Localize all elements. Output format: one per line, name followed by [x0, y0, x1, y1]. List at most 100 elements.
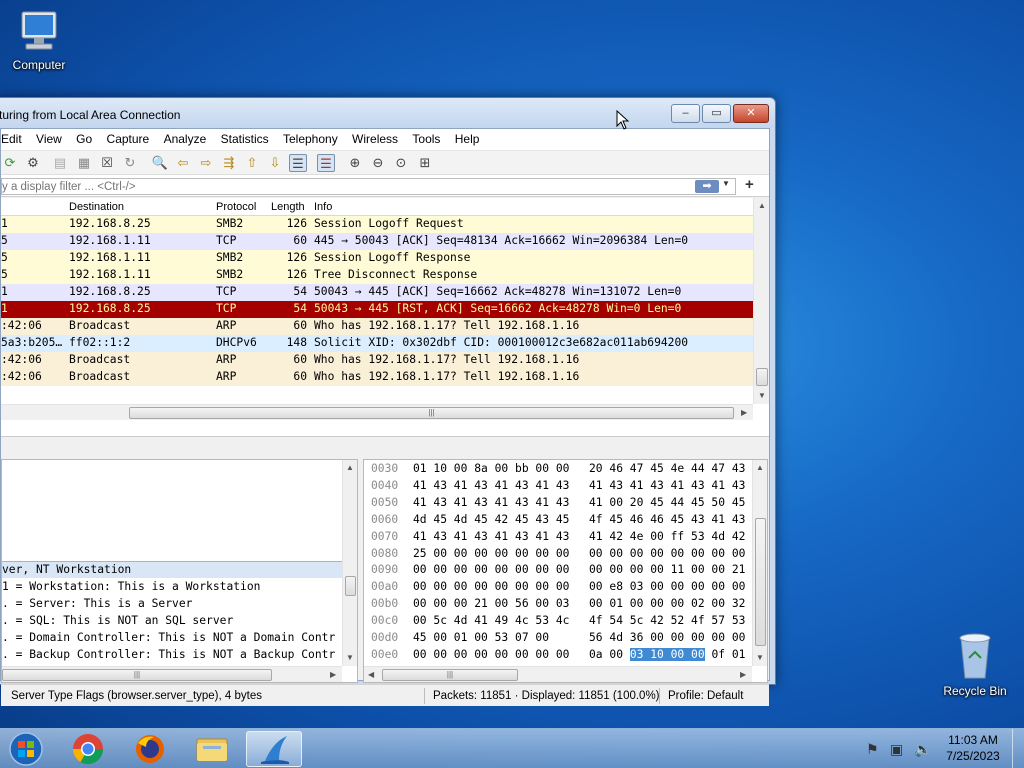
add-filter-button[interactable]: + [745, 176, 754, 193]
taskbar-chrome[interactable] [60, 731, 116, 767]
zoom-in-icon[interactable]: ⊕ [346, 154, 364, 172]
packet-row[interactable]: 1 192.168.8.25 TCP 54 50043 → 445 [ACK] Seq=… [1, 284, 753, 301]
taskbar-explorer[interactable] [184, 731, 240, 767]
save-file-icon[interactable]: ▦ [75, 154, 93, 172]
open-file-icon[interactable]: ▤ [51, 154, 69, 172]
packet-row[interactable]: :42:06 Broadcast ARP 60 Who has 192.168.1.17… [1, 369, 753, 386]
show-desktop-button[interactable] [1012, 729, 1024, 768]
details-row[interactable]: . = Backup Controller: This is NOT a Bac… [2, 647, 335, 664]
close-file-icon[interactable]: ☒ [98, 154, 116, 172]
go-forward-icon[interactable]: ⇨ [197, 154, 215, 172]
menu-capture[interactable]: Capture [101, 129, 155, 146]
byte-row[interactable]: 00a0 00 00 00 00 00 00 00 00 00 e8 03 00 0… [364, 580, 752, 595]
packet-row[interactable]: 5a3:b205… ff02::1:2 DHCPv6 148 Solicit XID: … [1, 335, 753, 352]
close-button[interactable]: ✕ [733, 104, 769, 123]
byte-row[interactable]: 0070 41 43 41 43 41 43 41 43 41 42 4e 00 f… [364, 530, 752, 545]
taskbar-firefox[interactable] [122, 731, 178, 767]
details-row[interactable]: . = Server: This is a Server [2, 596, 192, 613]
details-row[interactable]: 1 = Workstation: This is a Workstation [2, 579, 260, 596]
vscroll-thumb[interactable] [756, 368, 768, 386]
hscroll-thumb[interactable]: ||| [129, 407, 734, 419]
col-length[interactable]: Length [271, 201, 305, 213]
colorize-icon[interactable]: ☰ [317, 154, 335, 172]
scroll-up-icon[interactable]: ▲ [346, 463, 354, 472]
restart-capture-icon[interactable]: ⟳ [1, 154, 19, 172]
details-hscrollbar[interactable]: ||| ▶ [2, 666, 342, 682]
scroll-down-icon[interactable]: ▼ [756, 653, 764, 662]
volume-muted-icon[interactable]: 🔈 [914, 741, 931, 758]
scroll-up-icon[interactable]: ▲ [756, 463, 764, 472]
packet-row[interactable]: 5 192.168.1.11 SMB2 126 Tree Disconnect Resp… [1, 267, 753, 284]
resize-columns-icon[interactable]: ⊞ [416, 154, 434, 172]
bytes-vscroll-thumb[interactable] [755, 518, 766, 646]
packet-row[interactable]: 1 192.168.8.25 SMB2 126 Session Logoff Reque… [1, 216, 753, 233]
autoscroll-icon[interactable]: ☰ [289, 154, 307, 172]
byte-row[interactable]: 00c0 00 5c 4d 41 49 4c 53 4c 4f 54 5c 42 5… [364, 614, 752, 629]
col-protocol[interactable]: Protocol [216, 201, 256, 213]
desktop-icon-recycle-bin[interactable]: Recycle Bin [933, 630, 1017, 698]
packet-list-hscrollbar[interactable]: ||| ▶ [1, 404, 753, 420]
byte-row[interactable]: 00b0 00 00 00 21 00 56 00 03 00 01 00 00 0… [364, 597, 752, 612]
reload-file-icon[interactable]: ↻ [121, 154, 139, 172]
packet-row[interactable]: :42:06 Broadcast ARP 60 Who has 192.168.1.17… [1, 318, 753, 335]
taskbar-wireshark[interactable] [246, 731, 302, 767]
scroll-right-icon[interactable]: ▶ [741, 408, 747, 417]
details-row-selected[interactable]: ver, NT Workstation [2, 561, 343, 578]
byte-row[interactable]: 0080 25 00 00 00 00 00 00 00 00 00 00 00 0… [364, 547, 752, 562]
menu-tools[interactable]: Tools [406, 129, 445, 146]
details-row[interactable]: . = SQL: This is NOT an SQL server [2, 613, 233, 630]
action-center-icon[interactable]: ⚑ [866, 741, 879, 758]
display-filter-input[interactable] [1, 178, 736, 195]
byte-row[interactable]: 0060 4d 45 4d 45 42 45 43 45 4f 45 46 46 4… [364, 513, 752, 528]
packet-row[interactable]: 1 192.168.8.25 TCP 54 50043 → 445 [RST, ACK]… [1, 301, 753, 318]
byte-row[interactable]: 00d0 45 00 01 00 53 07 00 56 4d 36 00 00 0… [364, 631, 752, 646]
maximize-button[interactable]: ▭ [702, 104, 731, 123]
menu-statistics[interactable]: Statistics [215, 129, 274, 146]
menu-edit[interactable]: Edit [1, 129, 27, 146]
arrow-right-icon[interactable]: ➡ [695, 180, 719, 193]
first-packet-icon[interactable]: ⇧ [243, 154, 261, 172]
network-icon[interactable]: ▣ [890, 741, 903, 758]
desktop-icon-computer[interactable]: Computer [0, 10, 81, 72]
details-hscroll-thumb[interactable]: ||| [2, 669, 272, 681]
menu-view[interactable]: View [30, 129, 67, 146]
scroll-up-icon[interactable]: ▲ [758, 201, 766, 210]
scroll-left-icon[interactable]: ◀ [368, 670, 374, 679]
capture-options-icon[interactable]: ⚙ [24, 154, 42, 172]
zoom-reset-icon[interactable]: ⊙ [392, 154, 410, 172]
zoom-out-icon[interactable]: ⊖ [369, 154, 387, 172]
col-destination[interactable]: Destination [69, 201, 124, 213]
menu-wireless[interactable]: Wireless [346, 129, 403, 146]
minimize-button[interactable]: ‒ [671, 104, 700, 123]
menu-go[interactable]: Go [70, 129, 97, 146]
bytes-hscrollbar[interactable]: ◀ ||| ▶ [364, 666, 752, 682]
go-to-packet-icon[interactable]: ⇶ [220, 154, 238, 172]
details-vscrollbar[interactable]: ▲ ▼ [342, 460, 357, 666]
byte-row[interactable]: 0040 41 43 41 43 41 43 41 43 41 43 41 43 4… [364, 479, 752, 494]
system-clock[interactable]: 11:03 AM 7/25/2023 [940, 733, 1006, 763]
bytes-vscrollbar[interactable]: ▲ ▼ [752, 460, 767, 666]
details-row[interactable]: . = Domain Controller: This is NOT a Dom… [2, 630, 335, 647]
byte-row[interactable]: 0050 41 43 41 43 41 43 41 43 41 00 20 45 4… [364, 496, 752, 511]
packet-list-vscrollbar[interactable]: ▲ ▼ [753, 198, 769, 404]
packet-row[interactable]: 5 192.168.1.11 SMB2 126 Session Logoff Respo… [1, 250, 753, 267]
filter-dropdown-icon[interactable]: ▼ [722, 179, 730, 188]
details-vscroll-thumb[interactable] [345, 576, 356, 596]
byte-row[interactable]: 0030 01 10 00 8a 00 bb 00 00 20 46 47 45 4… [364, 462, 752, 477]
status-profile[interactable]: Profile: Default [668, 690, 743, 702]
scroll-down-icon[interactable]: ▼ [758, 391, 766, 400]
col-info[interactable]: Info [314, 201, 332, 213]
byte-row[interactable]: 0090 00 00 00 00 00 00 00 00 00 00 00 00 1… [364, 563, 752, 578]
scroll-down-icon[interactable]: ▼ [346, 653, 354, 662]
last-packet-icon[interactable]: ⇩ [266, 154, 284, 172]
window-titlebar[interactable]: turing from Local Area Connection ‒ ▭ ✕ [0, 98, 775, 128]
menu-help[interactable]: Help [449, 129, 485, 146]
packet-row[interactable]: :42:06 Broadcast ARP 60 Who has 192.168.1.17… [1, 352, 753, 369]
go-back-icon[interactable]: ⇦ [174, 154, 192, 172]
scroll-right-icon[interactable]: ▶ [330, 670, 336, 679]
packet-row[interactable]: 5 192.168.1.11 TCP 60 445 → 50043 [ACK] Seq=… [1, 233, 753, 250]
scroll-right-icon[interactable]: ▶ [740, 670, 746, 679]
start-button[interactable] [0, 731, 52, 767]
find-packet-icon[interactable]: 🔍 [151, 154, 169, 172]
bytes-hscroll-thumb[interactable]: ||| [382, 669, 518, 681]
